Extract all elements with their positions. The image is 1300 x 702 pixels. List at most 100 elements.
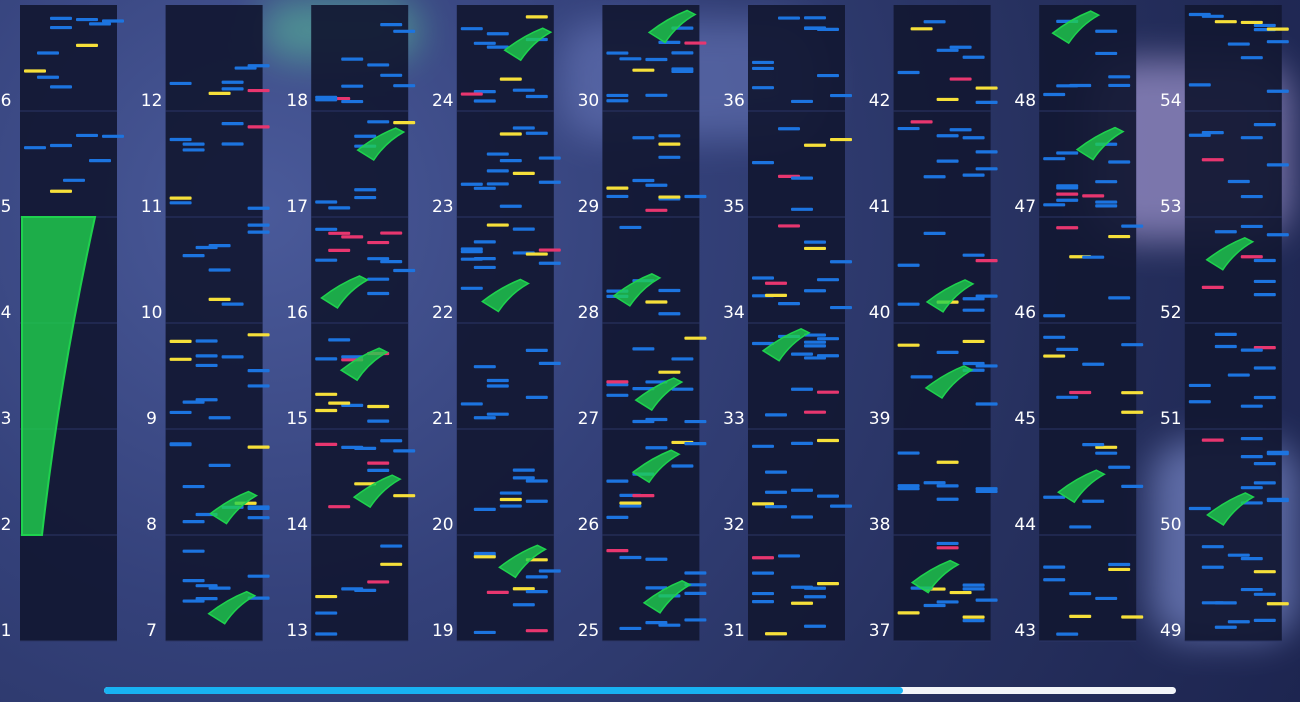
tap-note	[182, 148, 205, 152]
double-note	[1043, 354, 1066, 358]
tap-note	[962, 583, 985, 587]
tap-note	[380, 544, 403, 548]
tap-note	[1069, 592, 1092, 596]
tap-note	[804, 340, 826, 344]
tap-note	[778, 16, 800, 20]
tap-note	[936, 541, 959, 546]
tap-note	[1056, 198, 1079, 202]
tap-note	[473, 265, 496, 270]
tap-note	[632, 419, 655, 424]
tap-note	[684, 618, 707, 622]
playback-progress-bar[interactable]	[104, 687, 1176, 694]
tap-note	[923, 20, 946, 24]
double-note	[658, 195, 681, 199]
tap-note	[1188, 83, 1211, 87]
tap-note	[752, 591, 774, 596]
double-note	[24, 69, 46, 73]
measure-number: 2	[1, 515, 12, 535]
tap-note	[962, 308, 985, 312]
tap-note	[512, 468, 535, 472]
tap-note	[658, 288, 681, 293]
tap-note	[684, 442, 707, 446]
tap-note	[632, 347, 655, 351]
tap-note	[817, 494, 839, 498]
tap-note	[315, 632, 338, 636]
measure-number: 27	[578, 409, 600, 429]
tap-note	[1082, 443, 1105, 447]
measure-number: 26	[578, 515, 600, 535]
tap-note	[473, 551, 496, 556]
tap-note	[949, 128, 972, 132]
double-note	[1266, 602, 1289, 606]
measure-number: 20	[432, 515, 454, 535]
tap-note	[936, 159, 959, 163]
tap-note	[102, 134, 124, 138]
double-note	[897, 343, 920, 347]
tap-note	[606, 51, 629, 55]
tap-note	[632, 178, 655, 183]
tap-note	[1108, 465, 1131, 469]
tap-note	[1095, 451, 1118, 455]
tap-note	[619, 57, 642, 61]
double-note	[315, 594, 338, 599]
flick-note	[1056, 226, 1079, 230]
tap-note	[791, 176, 813, 180]
measure-number: 37	[869, 621, 891, 641]
tap-note	[315, 357, 338, 361]
tap-note	[752, 66, 774, 71]
tap-note	[354, 195, 377, 200]
tap-note	[910, 375, 933, 379]
tap-note	[1253, 258, 1276, 263]
tap-note	[606, 99, 629, 103]
tap-note	[1253, 618, 1276, 622]
double-note	[525, 15, 548, 19]
measure-number: 45	[1014, 409, 1036, 429]
flick-note	[247, 88, 270, 93]
tap-note	[1043, 203, 1066, 207]
tap-note	[606, 194, 629, 199]
tap-note	[1227, 42, 1250, 46]
tap-note	[671, 51, 694, 55]
tap-note	[1043, 495, 1066, 499]
double-note	[936, 97, 959, 102]
chart-board: 1234567891011121314151617181920212223242…	[1, 5, 1289, 642]
double-note	[684, 336, 707, 340]
measure-number: 14	[286, 515, 308, 535]
tap-note	[1240, 224, 1263, 229]
tap-note	[619, 225, 642, 230]
tap-note	[367, 257, 390, 261]
tap-note	[460, 182, 483, 186]
measure-number: 29	[578, 197, 600, 217]
tap-note	[221, 80, 244, 84]
tap-note	[182, 549, 205, 553]
double-note	[393, 494, 416, 498]
tap-note	[499, 491, 522, 495]
tap-note	[195, 245, 218, 250]
flick-note	[936, 546, 959, 550]
measure-number: 50	[1160, 515, 1182, 535]
double-note	[830, 137, 852, 142]
tap-note	[658, 134, 681, 138]
tap-note	[1253, 23, 1276, 28]
flick-note	[975, 259, 998, 263]
double-note	[936, 460, 959, 464]
tap-note	[1043, 314, 1066, 318]
tap-note	[606, 393, 629, 397]
tap-note	[473, 416, 496, 420]
measure-number: 23	[432, 197, 454, 217]
double-note	[247, 333, 270, 337]
tap-note	[684, 194, 707, 199]
tap-note	[367, 419, 390, 423]
tap-note	[684, 419, 707, 424]
tap-note	[671, 464, 694, 468]
tap-note	[897, 484, 920, 488]
tap-note	[606, 479, 629, 483]
tap-note	[1188, 383, 1211, 388]
tap-note	[752, 276, 774, 280]
tap-note	[195, 354, 218, 358]
tap-note	[791, 352, 813, 356]
double-note	[1253, 570, 1276, 574]
tap-note	[247, 206, 270, 210]
double-note	[1121, 410, 1144, 414]
tap-note	[1201, 601, 1224, 605]
